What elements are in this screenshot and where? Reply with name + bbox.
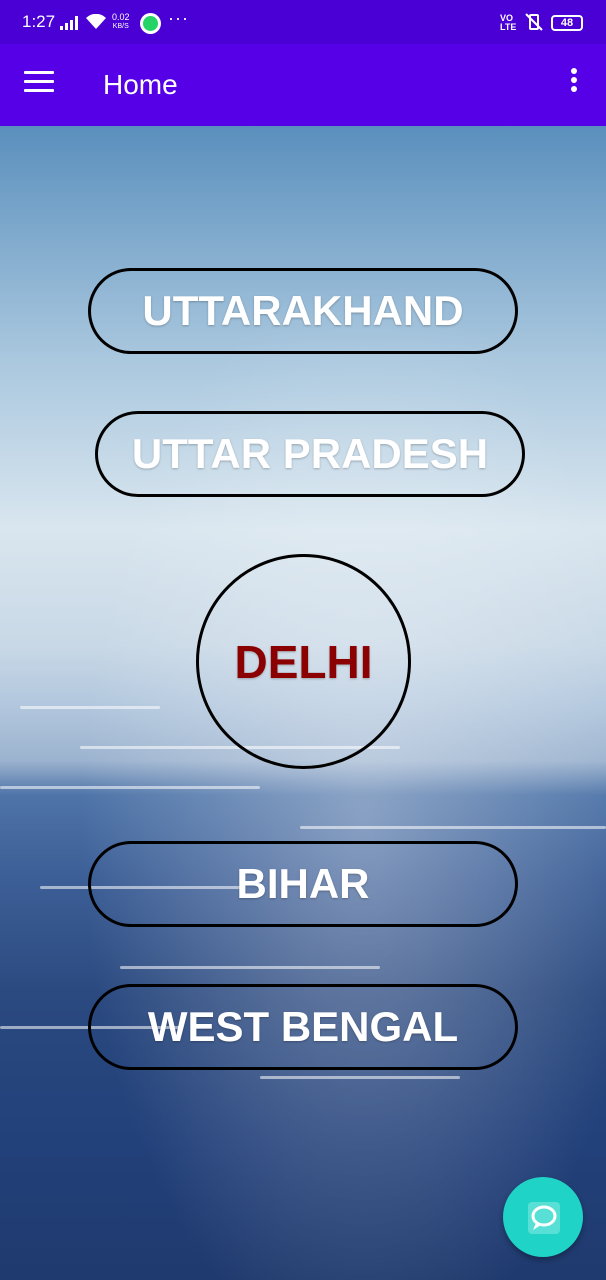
state-button-uttar-pradesh[interactable]: UTTAR PRADESH <box>95 411 525 497</box>
status-time: 1:27 <box>22 12 56 31</box>
state-button-delhi[interactable]: DELHI <box>196 554 411 769</box>
whatsapp-icon <box>140 13 161 34</box>
menu-icon[interactable] <box>24 71 54 93</box>
chat-bubble-icon <box>528 1202 560 1234</box>
net-speed-unit: KB/S <box>112 23 129 30</box>
page-title: Home <box>103 69 178 100</box>
state-button-west-bengal[interactable]: WEST BENGAL <box>88 984 518 1070</box>
net-speed-value: 0.02 <box>112 12 130 22</box>
vibrate-mute-icon <box>525 13 543 31</box>
wifi-icon <box>86 14 106 29</box>
status-bar: 1:27 0.02 KB/S ··· VO LTE 48 <box>0 0 606 44</box>
chat-button[interactable] <box>503 1177 583 1257</box>
volte-indicator: VO LTE <box>500 14 516 32</box>
signal-icon <box>60 16 78 30</box>
more-notifications-icon: ··· <box>168 8 189 28</box>
overflow-menu-icon[interactable] <box>562 68 586 98</box>
net-speed: 0.02 KB/S <box>112 13 130 31</box>
volte-bottom: LTE <box>500 22 517 32</box>
battery-icon: 48 <box>551 15 583 31</box>
state-button-uttarakhand[interactable]: UTTARAKHAND <box>88 268 518 354</box>
app-bar: Home <box>0 44 606 126</box>
state-button-bihar[interactable]: BIHAR <box>88 841 518 927</box>
